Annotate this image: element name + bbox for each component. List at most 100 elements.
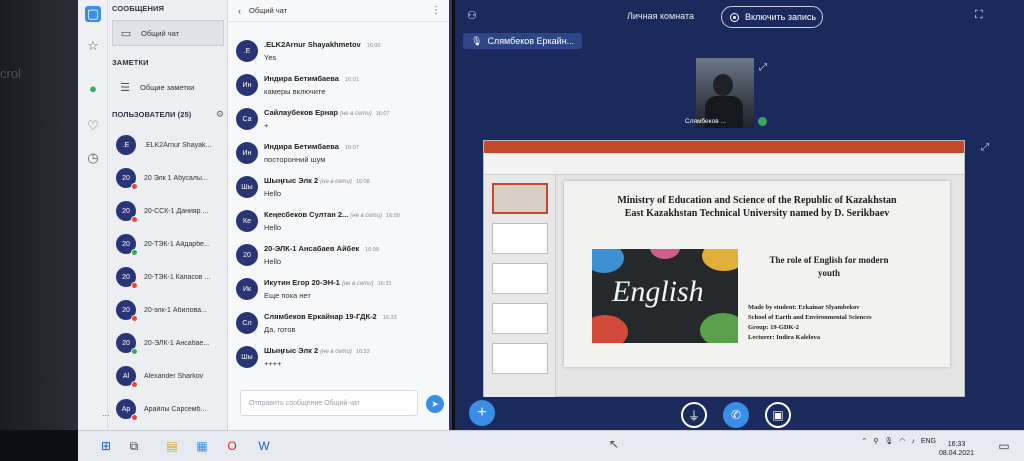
slide-school: School of Earth and Environmental Scienc… xyxy=(748,314,872,321)
avatar: 20 xyxy=(116,168,138,190)
message-time: 16:33 xyxy=(377,281,392,287)
store-icon[interactable]: ▦ xyxy=(194,438,210,454)
user-list-item[interactable]: 20 20-ЭЛК-1 Ансабае... xyxy=(116,328,228,358)
plus-icon: + xyxy=(477,404,487,421)
presence-dot xyxy=(131,414,138,421)
message-author: .ELK2Arnur Shayakhmetov 16:00 xyxy=(264,40,381,49)
user-list-item[interactable]: 20 20-ССК-1 Данияр ... xyxy=(116,196,228,226)
avatar: Ин xyxy=(236,74,258,96)
left-rail: ▢ ☆ ● ♡ ◷ xyxy=(78,0,108,430)
notes-header: ЗАМЕТКИ xyxy=(112,58,149,67)
monitor-bezel: crol xyxy=(0,0,78,430)
camera-off-icon: ▣ xyxy=(772,408,784,422)
message-text: камеры включите xyxy=(264,87,326,96)
user-list-item[interactable]: 20 20-ТЭК-1 Айдарбе... xyxy=(116,229,228,259)
camera-button[interactable]: ▣ xyxy=(765,402,791,428)
speaker-name: Слямбеков Еркайн... xyxy=(487,36,575,46)
language-indicator[interactable]: ENG xyxy=(921,438,936,445)
user-name: Alexander Sharkov xyxy=(144,372,204,380)
record-button[interactable]: Включить запись xyxy=(721,6,823,28)
avatar: 20 xyxy=(116,267,138,289)
user-list-item[interactable]: 20 20-ТЭК-1 Капасов ... xyxy=(116,262,228,292)
user-name: Арайлы Сарсемб... xyxy=(144,405,207,413)
user-name: 20-ТЭК-1 Капасов ... xyxy=(144,273,211,281)
message-status: (не в сети) xyxy=(340,111,372,117)
fullscreen-icon[interactable]: ⛶ xyxy=(975,9,983,22)
mute-button[interactable]: ⏚ xyxy=(681,402,707,428)
slide-lecturer: Lecturer: Indira Kalelova xyxy=(748,334,821,341)
chat-message: Шы Шыңғыс Элк 2 (не в сети) 16:33 ++++ xyxy=(236,346,441,368)
word-icon[interactable]: W xyxy=(256,438,272,454)
chat-message: Ин Индира Бетимбаева 16:01 камеры включите xyxy=(236,74,441,96)
clock-date: 08.04.2021 xyxy=(938,450,974,457)
notifications-icon[interactable]: ▭ xyxy=(996,438,1012,454)
file-explorer-icon[interactable]: ▤ xyxy=(164,438,180,454)
english-word: English xyxy=(612,275,704,308)
screen-share: Ministry of Education and Science of the… xyxy=(483,140,965,397)
chat-message: Са Сайлаубеков Ернар (не в сети) 16:07 + xyxy=(236,108,441,130)
user-name: 20-ССК-1 Данияр ... xyxy=(144,207,209,215)
chat-message-input[interactable]: Отправить сообщение Общий чат xyxy=(240,390,418,416)
slide-thumbnail xyxy=(492,183,548,214)
sidebar-item-general-chat[interactable]: ▭ Общий чат xyxy=(112,20,224,46)
sidebar-item-label: Общие заметки xyxy=(140,82,195,92)
heart-icon[interactable]: ♡ xyxy=(85,118,101,134)
clock-icon[interactable]: ◷ xyxy=(85,150,101,166)
slide-thumbnail xyxy=(492,303,548,334)
slide-topic-line2: youth xyxy=(817,268,840,278)
user-list-item[interactable]: 20 20 Элк 1 Абусалы... xyxy=(116,163,228,193)
chat-message: Сл Слямбеков Еркайнар 19-ГДК-2 16:33 Да, го… xyxy=(236,312,441,334)
mouse-cursor-icon: ↖ xyxy=(608,437,620,451)
back-arrow-icon[interactable]: ‹ xyxy=(238,6,241,16)
user-list-item[interactable]: 20 20-элк-1 Абилова... xyxy=(116,295,228,325)
user-list-item[interactable]: Ар Арайлы Сарсемб... xyxy=(116,394,228,424)
chat-title: Общий чат xyxy=(249,6,288,15)
current-slide: Ministry of Education and Science of the… xyxy=(564,181,950,367)
microphone-off-icon: ⏚ xyxy=(687,408,700,423)
expand-share-icon[interactable]: ⤢ xyxy=(981,142,989,153)
sidebar-item-general-notes[interactable]: ☰ Общие заметки xyxy=(112,74,224,100)
message-author: 20-ЭЛК-1 Ансабаев Айбек 16:09 xyxy=(264,244,379,253)
message-status: (не в сети) xyxy=(320,179,352,185)
slide-thumbnail xyxy=(492,343,548,374)
hangup-button[interactable]: ✆ xyxy=(723,402,749,428)
more-vertical-icon[interactable]: ⋮ xyxy=(431,5,441,16)
add-button[interactable]: + xyxy=(469,400,495,426)
message-text: Hello xyxy=(264,223,282,232)
network-icon[interactable]: ⚲ xyxy=(873,437,878,445)
mic-tray-icon[interactable]: 🎙 xyxy=(884,437,893,445)
clock[interactable]: 16:33 08.04.2021 xyxy=(939,440,974,458)
user-list-item[interactable]: .E .ELK2Arnur Shayak... xyxy=(116,130,228,160)
wifi-icon[interactable]: ◠ xyxy=(899,437,905,445)
message-author: Шыңғыс Элк 2 (не в сети) 16:08 xyxy=(264,176,370,185)
message-time: 16:00 xyxy=(366,43,381,49)
send-button[interactable]: ➤ xyxy=(426,395,444,413)
avatar: 20 xyxy=(236,244,258,266)
chat-bubble-icon[interactable]: ▢ xyxy=(85,6,101,22)
message-time: 16:08 xyxy=(355,179,370,185)
user-name: 20-ЭЛК-1 Ансабае... xyxy=(144,339,210,347)
slide-made-by: Made by student: Erkainar Slyambekov xyxy=(748,304,860,311)
opera-icon[interactable]: O xyxy=(224,438,240,454)
windows-start-icon[interactable]: ⊞ xyxy=(98,438,114,454)
message-time: 16:07 xyxy=(375,111,390,117)
presence-dot xyxy=(131,381,138,388)
settings-gear-icon[interactable]: ⚙ xyxy=(216,109,224,120)
avatar: .E xyxy=(236,40,258,62)
task-view-icon[interactable]: ⧉ xyxy=(126,438,142,454)
add-user-icon[interactable]: ⚇ xyxy=(467,9,477,22)
user-list-item[interactable]: Al Alexander Sharkov xyxy=(116,361,228,391)
more-users[interactable]: ... xyxy=(102,408,110,418)
messages-header: СООБЩЕНИЯ xyxy=(112,4,165,13)
whatsapp-icon[interactable]: ● xyxy=(85,80,101,96)
expand-video-icon[interactable]: ⤢ xyxy=(759,62,767,73)
chevron-up-icon[interactable]: ⌃ xyxy=(861,437,867,445)
chat-header: ‹ Общий чат ⋮ xyxy=(228,0,449,22)
message-time: 16:07 xyxy=(344,145,359,151)
powerpoint-ribbon xyxy=(484,153,964,175)
presence-dot xyxy=(131,183,138,190)
message-text: ++++ xyxy=(264,359,282,368)
volume-icon[interactable]: ♪ xyxy=(911,438,915,445)
slide-group: Group: 19-GDK-2 xyxy=(748,324,799,331)
star-icon[interactable]: ☆ xyxy=(85,38,101,54)
